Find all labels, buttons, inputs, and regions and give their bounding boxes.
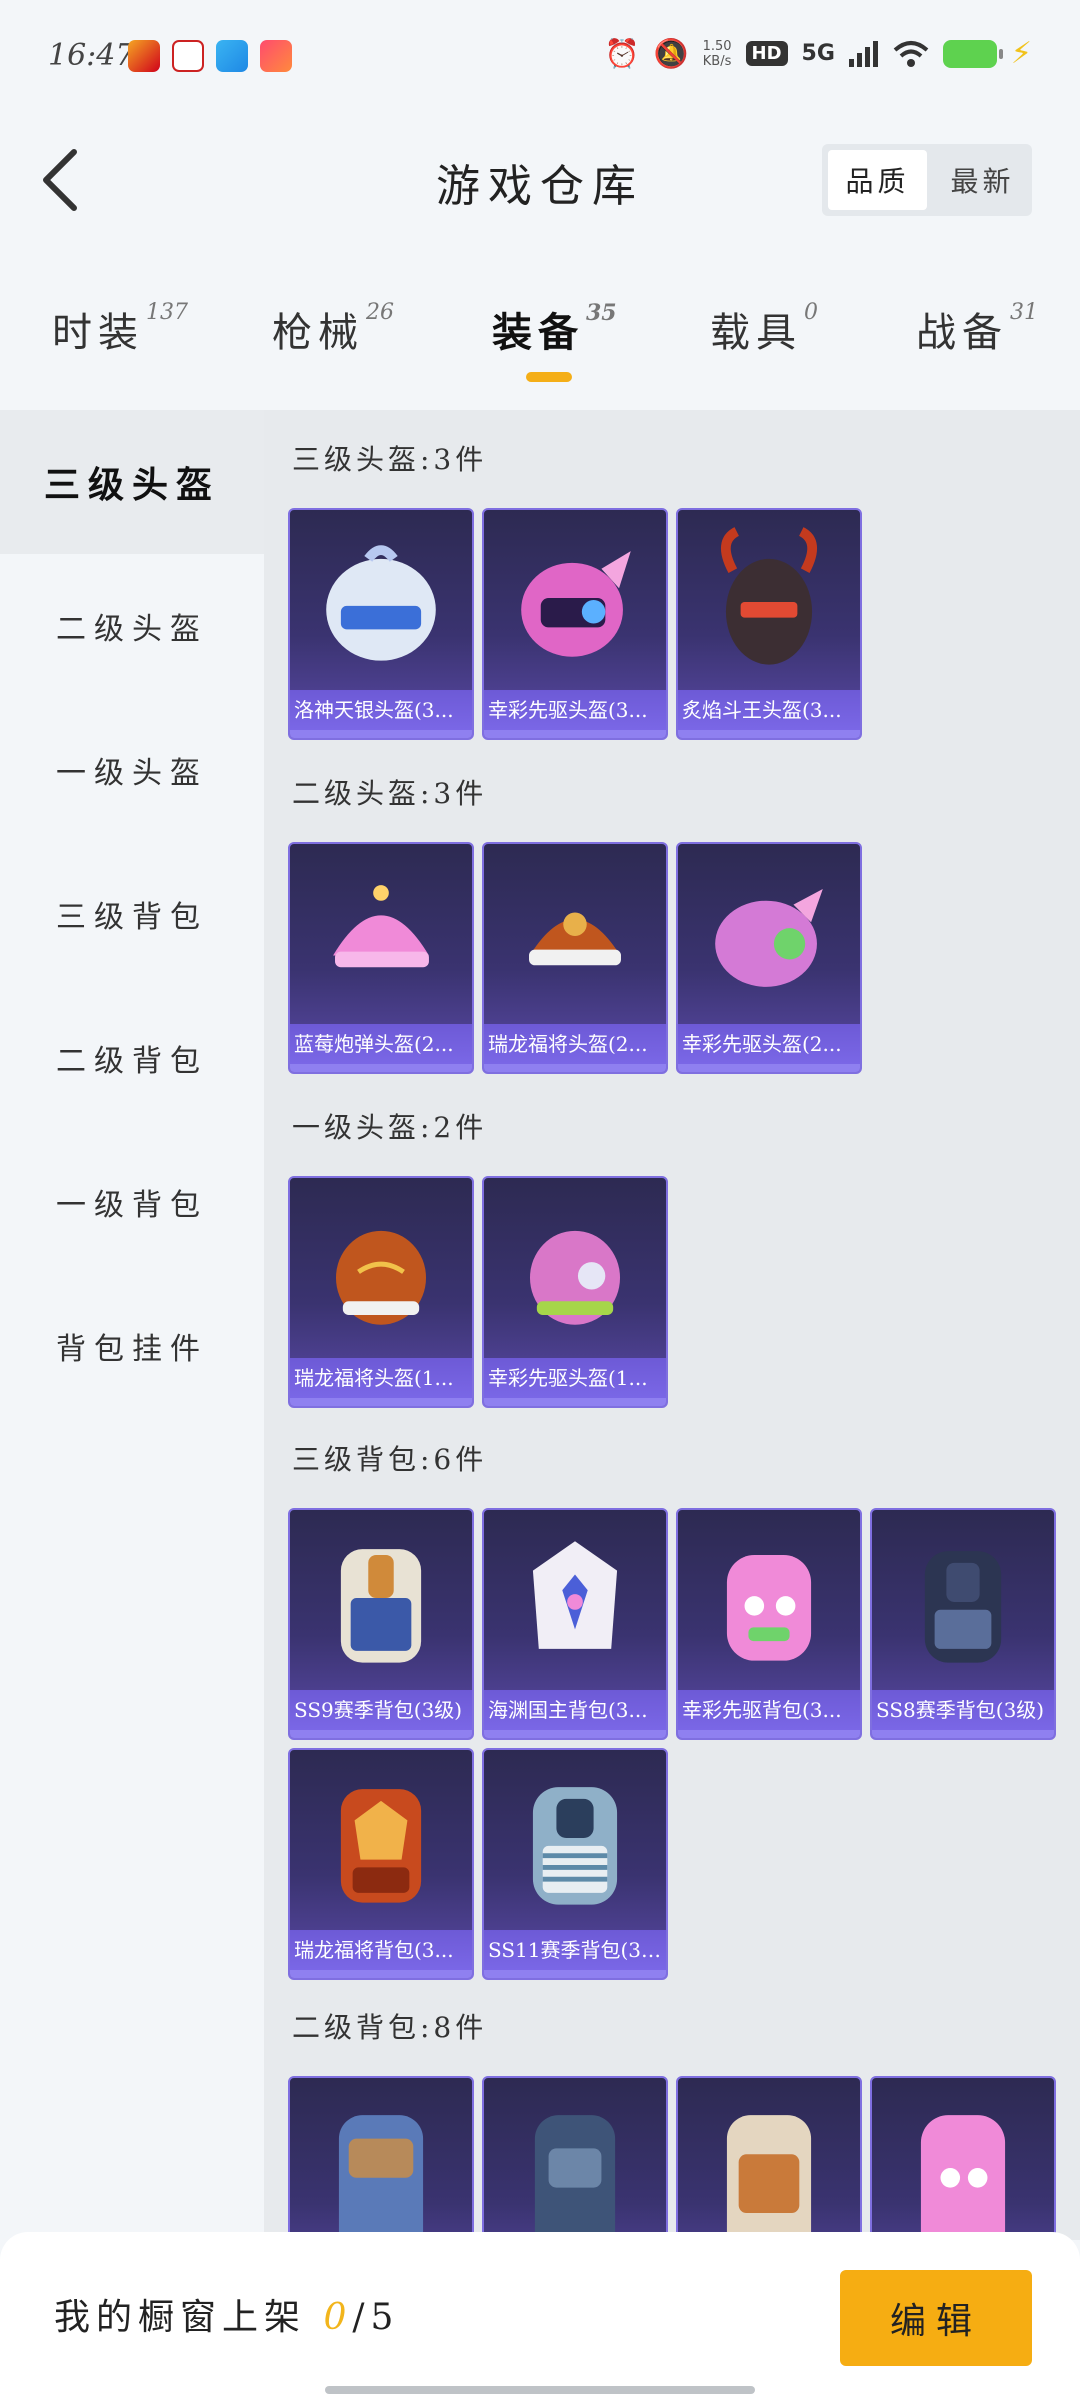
item-name: 炙焰斗王头盔(3...	[678, 690, 860, 730]
item-card[interactable]: 洛神天银头盔(3...	[288, 508, 474, 740]
tab-equipment[interactable]: 装备35	[492, 300, 617, 358]
backpack-icon	[924, 1551, 1002, 1663]
item-name: 幸彩先驱背包(3...	[678, 1690, 860, 1730]
sidebar-item-backpack-pendant[interactable]: 背包挂件	[0, 1274, 264, 1418]
section-title: 二级背包:8件	[292, 2011, 488, 2044]
item-card[interactable]: SS8赛季背包(3级)	[870, 1508, 1056, 1740]
helmet-icon	[715, 888, 823, 987]
tab-fashion[interactable]: 时装137	[52, 300, 188, 358]
backpack-icon	[340, 1789, 422, 1903]
mute-icon: 🔕	[653, 37, 689, 70]
active-tab-indicator	[526, 372, 572, 382]
item-card[interactable]	[870, 2076, 1056, 2240]
item-card[interactable]	[676, 2076, 862, 2240]
charging-icon: ⚡	[1010, 36, 1032, 71]
section-title: 一级头盔:2件	[292, 1111, 488, 1144]
helmet-icon	[721, 527, 817, 665]
signal-icon	[848, 40, 878, 67]
item-grid-area: 三级头盔:3件 洛神天银头盔(3... 幸彩先驱头盔(3... 炙焰斗王头盔(3…	[264, 410, 1080, 2240]
item-name: 蓝莓炮弹头盔(2...	[290, 1024, 472, 1064]
item-name: SS9赛季背包(3级)	[290, 1690, 472, 1730]
item-name: 瑞龙福将头盔(2...	[484, 1024, 666, 1064]
backpack-icon	[338, 2115, 424, 2240]
battery-icon	[942, 39, 1003, 68]
sort-quality-button[interactable]: 品质	[828, 150, 927, 210]
item-card[interactable]: 瑞龙福将背包(3...	[288, 1748, 474, 1980]
item-card[interactable]: 炙焰斗王头盔(3...	[676, 508, 862, 740]
home-indicator[interactable]	[325, 2386, 755, 2394]
sidebar-item-level3-helmet[interactable]: 三级头盔	[0, 410, 264, 554]
wifi-icon	[893, 40, 929, 67]
backpack-icon	[726, 2115, 812, 2240]
status-app-icons	[128, 40, 292, 72]
sidebar: 三级头盔 二级头盔 一级头盔 三级背包 二级背包 一级背包 背包挂件	[0, 410, 264, 2240]
backpack-icon	[532, 1787, 618, 1905]
backpack-icon	[726, 1554, 812, 1661]
network-type: 5G	[801, 41, 835, 66]
item-card[interactable]: 海渊国主背包(3...	[482, 1508, 668, 1740]
item-card[interactable]: 瑞龙福将头盔(1...	[288, 1176, 474, 1408]
helmet-icon	[333, 885, 429, 968]
mask-app-icon	[172, 40, 204, 72]
status-bar: 16:47 ⏰ 🔕 1.50 KB/s HD 5G ⚡	[0, 0, 1080, 110]
sidebar-item-level1-helmet[interactable]: 一级头盔	[0, 698, 264, 842]
item-card[interactable]	[288, 2076, 474, 2240]
tab-guns[interactable]: 枪械26	[272, 300, 394, 358]
item-card[interactable]: 瑞龙福将头盔(2...	[482, 842, 668, 1074]
tab-vehicles[interactable]: 载具0	[710, 300, 818, 358]
section-title: 三级头盔:3件	[292, 443, 488, 476]
item-name: SS8赛季背包(3级)	[872, 1690, 1054, 1730]
backpack-icon	[340, 1549, 422, 1663]
status-time: 16:47	[48, 38, 135, 73]
item-name: 幸彩先驱头盔(2...	[678, 1024, 860, 1064]
item-card[interactable]: 幸彩先驱头盔(1...	[482, 1176, 668, 1408]
item-name: 海渊国主背包(3...	[484, 1690, 666, 1730]
sidebar-item-level2-backpack[interactable]: 二级背包	[0, 986, 264, 1130]
item-name: 瑞龙福将背包(3...	[290, 1930, 472, 1970]
sidebar-item-level3-backpack[interactable]: 三级背包	[0, 842, 264, 986]
section-title: 二级头盔:3件	[292, 777, 488, 810]
backpack-icon	[532, 1541, 618, 1649]
sort-toggle: 品质 最新	[822, 144, 1032, 216]
item-card[interactable]: 蓝莓炮弹头盔(2...	[288, 842, 474, 1074]
tab-supplies[interactable]: 战备31	[916, 300, 1038, 358]
bottom-bar: 我的橱窗上架 0/5 编辑	[0, 2232, 1080, 2400]
helmet-icon	[529, 1230, 621, 1325]
backpack-icon	[534, 2115, 616, 2240]
item-card[interactable]: 幸彩先驱头盔(2...	[676, 842, 862, 1074]
section-title: 三级背包:6件	[292, 1443, 488, 1476]
game-app-icon	[128, 40, 160, 72]
item-card[interactable]	[482, 2076, 668, 2240]
helmet-icon	[521, 551, 631, 657]
item-name: 瑞龙福将头盔(1...	[290, 1358, 472, 1398]
helmet-icon	[335, 1230, 427, 1325]
helmet-icon	[529, 912, 621, 966]
sort-newest-button[interactable]: 最新	[933, 144, 1032, 216]
net-speed: 1.50 KB/s	[702, 38, 732, 69]
telegram-icon	[216, 40, 248, 72]
hd-icon: HD	[745, 41, 788, 66]
item-card[interactable]: 幸彩先驱背包(3...	[676, 1508, 862, 1740]
item-name: 幸彩先驱头盔(3...	[484, 690, 666, 730]
alarm-icon: ⏰	[604, 37, 640, 70]
item-name: 洛神天银头盔(3...	[290, 690, 472, 730]
edit-button[interactable]: 编辑	[840, 2270, 1032, 2366]
sidebar-item-level1-backpack[interactable]: 一级背包	[0, 1130, 264, 1274]
status-icons: ⏰ 🔕 1.50 KB/s HD 5G ⚡	[605, 36, 1032, 71]
item-name: 幸彩先驱头盔(1...	[484, 1358, 666, 1398]
video-app-icon	[260, 40, 292, 72]
helmet-icon	[326, 545, 436, 661]
item-card[interactable]: SS11赛季背包(3级)	[482, 1748, 668, 1980]
item-name: SS11赛季背包(3级)	[484, 1930, 666, 1970]
showcase-status: 我的橱窗上架 0/5	[54, 2297, 400, 2338]
category-tabs: 时装137 枪械26 装备35 载具0 战备31	[0, 290, 1080, 410]
backpack-icon	[920, 2115, 1006, 2240]
item-card[interactable]: 幸彩先驱头盔(3...	[482, 508, 668, 740]
item-card[interactable]: SS9赛季背包(3级)	[288, 1508, 474, 1740]
sidebar-item-level2-helmet[interactable]: 二级头盔	[0, 554, 264, 698]
